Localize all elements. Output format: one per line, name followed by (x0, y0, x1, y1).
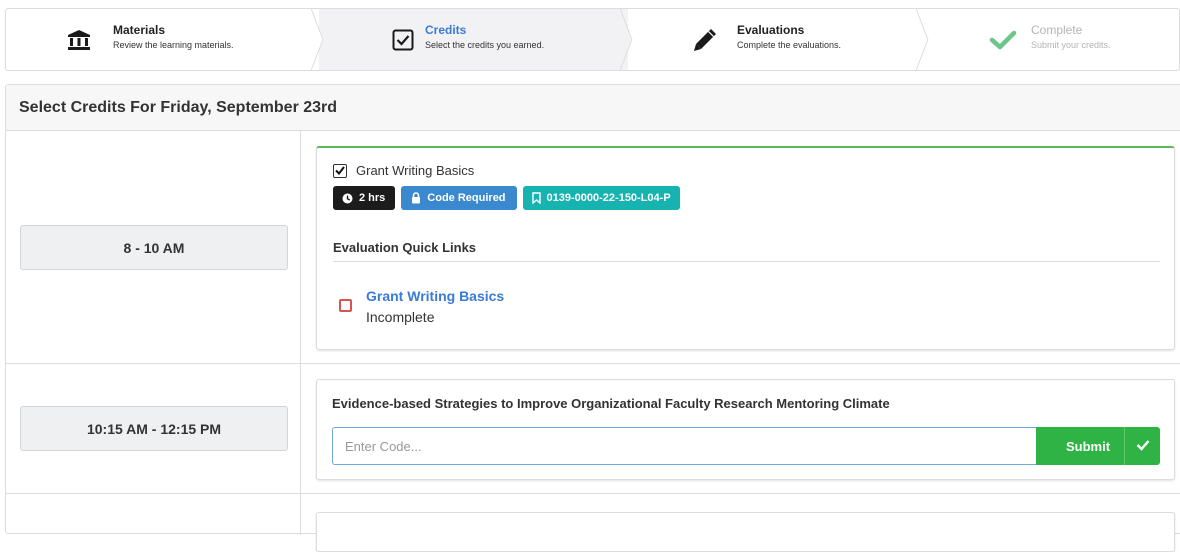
step-evaluations[interactable]: Evaluations Complete the evaluations. (628, 9, 929, 70)
step-materials[interactable]: Materials Review the learning materials. (6, 9, 324, 70)
step-complete: Complete Submit your credits. (924, 9, 1179, 70)
step-title: Complete (1031, 23, 1083, 37)
course-checkbox[interactable] (333, 163, 347, 178)
step-subtitle: Complete the evaluations. (737, 40, 842, 50)
evaluation-link[interactable]: Grant Writing Basics (366, 287, 504, 305)
course-title: Grant Writing Basics (356, 163, 475, 178)
check-icon (988, 25, 1018, 55)
step-separator (916, 9, 929, 70)
course-checkbox-row[interactable]: Grant Writing Basics (333, 163, 474, 178)
credits-panel: Select Credits For Friday, September 23r… (5, 84, 1180, 552)
checkbox-icon (388, 25, 418, 55)
incomplete-checkbox-icon (339, 299, 352, 312)
session-card: Evidence-based Strategies to Improve Org… (316, 379, 1175, 480)
badge-group: 2 hrs Code Required 0139-0000-22-150-L04… (333, 186, 680, 210)
session-row (6, 495, 1180, 552)
session-time: 8 - 10 AM (20, 225, 288, 270)
session-row: 8 - 10 AM Grant Writing Basics 2 hrs Cod… (6, 131, 1180, 364)
course-title: Evidence-based Strategies to Improve Org… (332, 396, 890, 411)
clock-icon (342, 193, 353, 204)
course-id-badge: 0139-0000-22-150-L04-P (522, 186, 680, 210)
step-credits[interactable]: Credits Select the credits you earned. (319, 9, 633, 70)
step-title: Materials (113, 23, 166, 37)
button-separator (1124, 427, 1125, 465)
progress-stepper: Materials Review the learning materials.… (5, 8, 1180, 71)
evaluation-item: Grant Writing Basics Incomplete (339, 287, 504, 326)
duration-badge: 2 hrs (333, 186, 396, 210)
session-time: 10:15 AM - 12:15 PM (20, 406, 288, 451)
check-icon (1136, 440, 1150, 451)
evaluation-status: Incomplete (366, 309, 435, 325)
panel-title: Select Credits For Friday, September 23r… (6, 85, 1180, 131)
divider (333, 261, 1160, 262)
code-required-badge: Code Required (401, 186, 517, 210)
step-title: Evaluations (737, 23, 805, 37)
code-input[interactable] (332, 427, 1036, 465)
submit-button[interactable]: Submit (1036, 427, 1160, 465)
pencil-icon (690, 25, 720, 55)
quick-links-title: Evaluation Quick Links (333, 240, 477, 255)
session-card: Grant Writing Basics 2 hrs Code Required… (316, 146, 1175, 350)
lock-icon (411, 192, 421, 204)
step-separator (311, 9, 324, 70)
session-row: 10:15 AM - 12:15 PM Evidence-based Strat… (6, 365, 1180, 494)
step-separator (620, 9, 633, 70)
step-title: Credits (425, 23, 467, 37)
step-subtitle: Review the learning materials. (113, 40, 234, 50)
checkmark-icon (335, 166, 345, 175)
bookmark-icon (531, 192, 541, 204)
step-subtitle: Select the credits you earned. (425, 40, 545, 50)
step-subtitle: Submit your credits. (1031, 40, 1111, 50)
bank-icon (64, 25, 94, 55)
session-card (316, 512, 1175, 552)
